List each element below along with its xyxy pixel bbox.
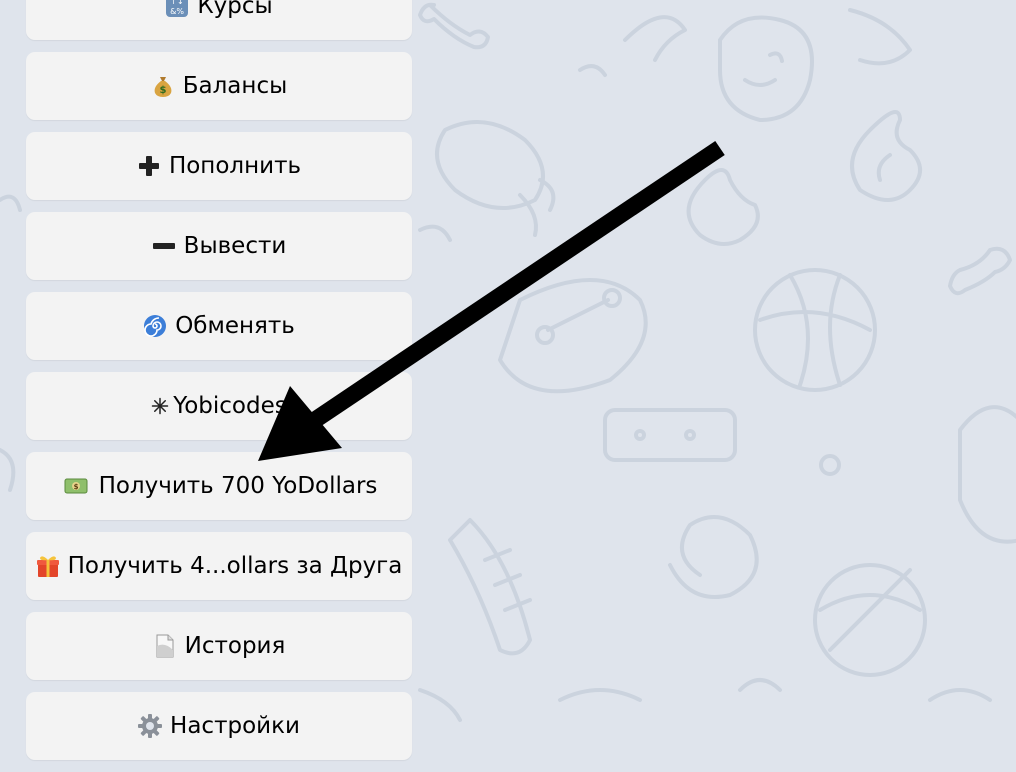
svg-text:$: $ (159, 85, 166, 96)
balances-button[interactable]: $ Балансы (26, 52, 412, 120)
rates-button-label: Курсы (197, 0, 273, 19)
gift-icon (36, 554, 60, 578)
asterisk-icon (151, 395, 169, 418)
settings-button[interactable]: Настройки (26, 692, 412, 760)
history-button-label: История (184, 632, 286, 659)
withdraw-button[interactable]: Вывести (26, 212, 412, 280)
get-yodollars-button-label: Получить 700 YoDollars (98, 472, 378, 499)
cyclone-icon (143, 314, 167, 338)
referral-bonus-button[interactable]: Получить 4...ollars за Друга (26, 532, 412, 600)
exchange-button-label: Обменять (175, 312, 295, 339)
svg-text:$: $ (73, 483, 78, 491)
svg-text:↑↓: ↑↓ (171, 0, 184, 6)
referral-bonus-button-label: Получить 4...ollars за Друга (67, 552, 403, 579)
deposit-button-label: Пополнить (168, 152, 302, 179)
plus-icon (137, 154, 161, 178)
exchange-button[interactable]: Обменять (26, 292, 412, 360)
minus-icon (152, 234, 176, 258)
gear-icon (138, 714, 163, 738)
dollar-banknote-icon: $ (61, 474, 91, 498)
settings-button-label: Настройки (170, 712, 300, 739)
withdraw-button-label: Вывести (183, 232, 287, 259)
history-button[interactable]: История (26, 612, 412, 680)
input-symbols-icon: ↑↓ &% (165, 0, 189, 18)
money-bag-icon: $ (151, 74, 175, 98)
svg-text:&%: &% (170, 7, 184, 16)
yobicodes-button-label: Yobicodes (173, 392, 287, 419)
rates-button[interactable]: ↑↓ &% Курсы (26, 0, 412, 40)
balances-button-label: Балансы (182, 72, 288, 99)
reply-keyboard: ↑↓ &% Курсы $ Балансы Пополнить Вывести О… (26, 0, 412, 772)
page-icon (153, 634, 177, 658)
get-yodollars-button[interactable]: $ Получить 700 YoDollars (26, 452, 412, 520)
deposit-button[interactable]: Пополнить (26, 132, 412, 200)
yobicodes-button[interactable]: Yobicodes (26, 372, 412, 440)
